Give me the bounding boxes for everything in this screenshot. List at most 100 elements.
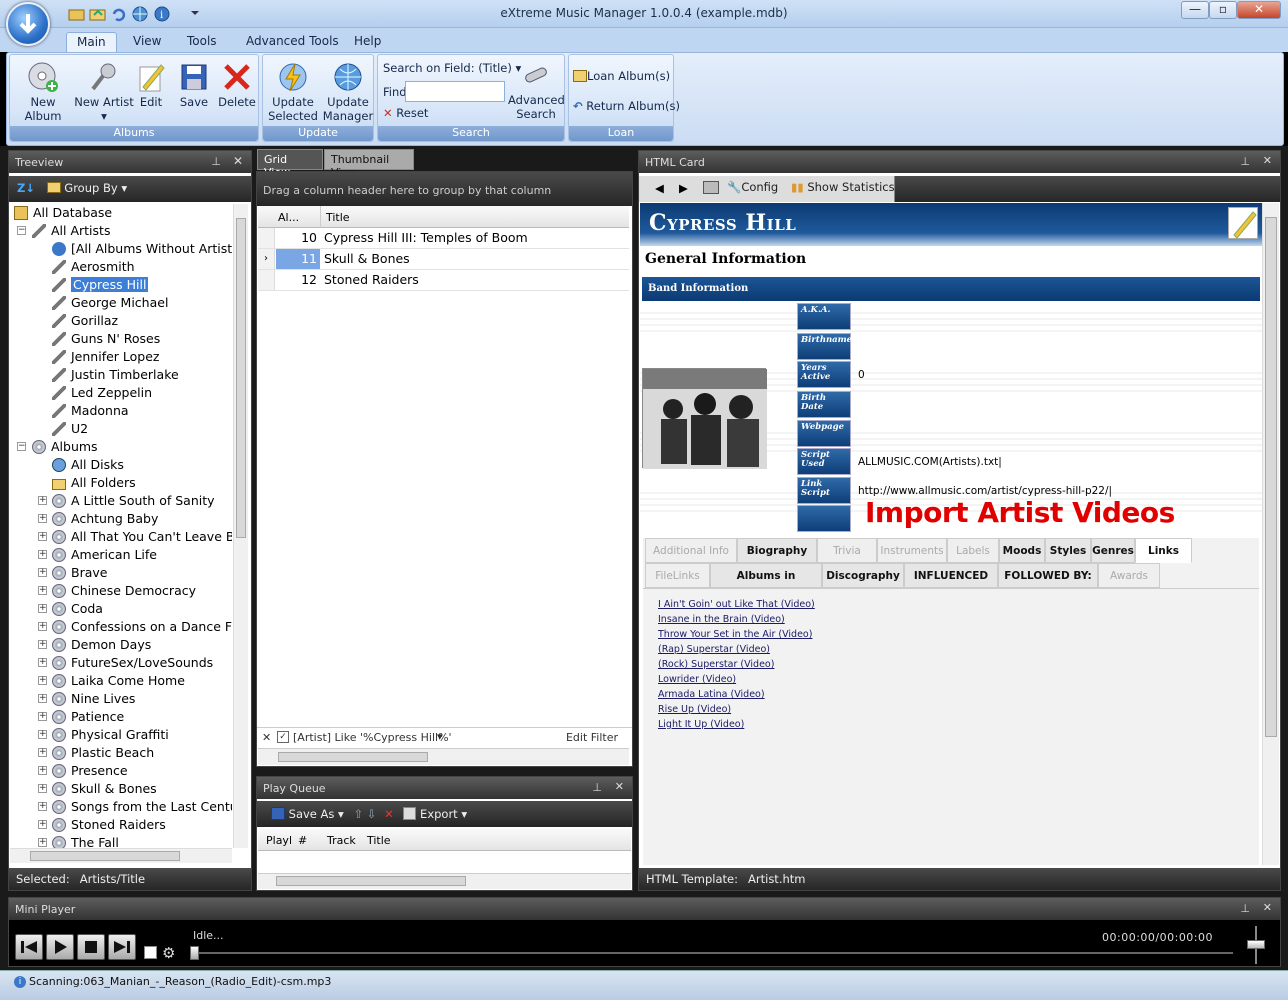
new-artist-button[interactable]: New Artist ▾ [73, 59, 135, 125]
video-link[interactable]: Rise Up (Video) [658, 704, 731, 715]
close-button[interactable]: ✕ [1237, 1, 1281, 19]
tree-root[interactable]: All Database [14, 204, 112, 222]
tree-item[interactable]: Confessions on a Dance Flo [52, 618, 232, 636]
tree-item[interactable]: Stoned Raiders [52, 816, 166, 834]
grid-row[interactable]: 12 Stoned Raiders [258, 270, 629, 291]
quick-access-open-icon[interactable] [89, 6, 106, 22]
seek-track[interactable] [193, 952, 1233, 954]
tree-expander[interactable]: + [38, 730, 47, 739]
card-tab[interactable]: Additional Info [645, 538, 737, 563]
tab-grid-view[interactable]: Grid View [257, 149, 323, 179]
previous-button[interactable] [15, 934, 43, 960]
play-queue-close-icon[interactable]: ✕ [615, 780, 624, 793]
search-field-selector[interactable]: Search on Field: (Title) ▾ [383, 61, 521, 75]
tree-expander[interactable]: − [17, 226, 26, 235]
show-statistics-button[interactable]: ▮▮ Show Statistics [791, 180, 895, 194]
back-arrow-icon[interactable]: ◀ [655, 181, 664, 195]
edit-filter-button[interactable]: Edit Filter [566, 731, 618, 744]
pin-icon[interactable]: ⊥ [211, 155, 221, 168]
grid-hscrollbar[interactable] [258, 748, 629, 765]
card-tab[interactable]: Discography [822, 563, 904, 588]
tree-item[interactable]: U2 [52, 420, 88, 438]
column-title[interactable]: Title [326, 211, 350, 224]
tree-expander[interactable]: + [38, 622, 47, 631]
save-button[interactable]: Save [177, 59, 211, 125]
tree-expander[interactable]: + [38, 802, 47, 811]
tree-item[interactable]: Achtung Baby [52, 510, 158, 528]
tree-expander[interactable]: + [38, 694, 47, 703]
tree-item[interactable]: Laika Come Home [52, 672, 185, 690]
tree-expander[interactable]: + [38, 748, 47, 757]
tree-vscrollbar[interactable] [233, 204, 248, 848]
reset-button[interactable]: ✕ Reset [383, 106, 428, 120]
tree-item[interactable]: The Fall [52, 834, 119, 848]
tree-item[interactable]: Songs from the Last Centur [52, 798, 232, 816]
tree-item[interactable]: Nine Lives [52, 690, 135, 708]
tab-view[interactable]: View [123, 32, 171, 52]
tree-item[interactable]: FutureSex/LoveSounds [52, 654, 213, 672]
column-number[interactable]: # [298, 834, 307, 847]
tree-item[interactable]: Plastic Beach [52, 744, 154, 762]
card-tab[interactable]: Awards [1098, 563, 1160, 588]
config-button[interactable]: 🔧Config [727, 180, 778, 194]
card-tab[interactable]: Styles [1045, 538, 1091, 563]
treeview-close-icon[interactable]: ✕ [233, 154, 243, 168]
video-link[interactable]: Throw Your Set in the Air (Video) [658, 629, 812, 640]
save-as-button[interactable]: Save As ▾ [289, 807, 344, 821]
filter-dropdown-icon[interactable]: ▾ [437, 730, 443, 743]
tree-item[interactable]: Presence [52, 762, 128, 780]
tree-item[interactable]: Cypress Hill [52, 276, 149, 294]
tree-expander[interactable]: + [38, 568, 47, 577]
tab-tools[interactable]: Tools [177, 32, 227, 52]
tree-expander[interactable]: + [38, 586, 47, 595]
quick-access-undo-icon[interactable] [110, 6, 127, 22]
play-button[interactable] [46, 934, 74, 960]
quick-access-folder-icon[interactable] [68, 6, 85, 22]
video-link[interactable]: (Rock) Superstar (Video) [658, 659, 774, 670]
video-link[interactable]: Lowrider (Video) [658, 674, 736, 685]
seek-thumb[interactable] [190, 946, 199, 960]
tree-expander[interactable]: − [17, 442, 26, 451]
app-menu-button[interactable] [6, 2, 50, 46]
tree-item[interactable]: Coda [52, 600, 103, 618]
sort-az-icon[interactable]: Z↓ [17, 181, 35, 195]
move-down-icon[interactable]: ⇩ [367, 807, 377, 821]
update-manager-button[interactable]: Update Manager [321, 59, 375, 125]
maximize-button[interactable]: ▫ [1209, 1, 1237, 19]
tree-item[interactable]: American Life [52, 546, 157, 564]
tree-group-node[interactable]: Albums [32, 438, 98, 456]
tree-item[interactable]: Skull & Bones [52, 780, 157, 798]
delete-button[interactable]: Delete [218, 59, 256, 125]
quick-access-info-icon[interactable]: i [154, 6, 171, 22]
tab-help[interactable]: Help [344, 32, 391, 52]
tab-thumbnail-view[interactable]: Thumbnail View [324, 149, 414, 179]
tree-item[interactable]: Guns N' Roses [52, 330, 160, 348]
tab-advanced-tools[interactable]: Advanced Tools [236, 32, 349, 52]
tree-item[interactable]: Patience [52, 708, 124, 726]
video-link[interactable]: Armada Latina (Video) [658, 689, 765, 700]
tree-item[interactable]: Physical Graffiti [52, 726, 169, 744]
tree-expander[interactable]: + [38, 820, 47, 829]
return-albums-button[interactable]: ↶ Return Album(s) [573, 99, 680, 113]
play-queue-pin-icon[interactable]: ⊥ [592, 781, 602, 794]
edit-artist-icon[interactable] [1228, 207, 1258, 239]
column-playlist[interactable]: Playl [266, 834, 292, 847]
print-icon[interactable] [703, 181, 719, 194]
video-link[interactable]: (Rap) Superstar (Video) [658, 644, 770, 655]
tree-item[interactable]: Aerosmith [52, 258, 135, 276]
volume-thumb[interactable] [1247, 940, 1265, 949]
update-selected-button[interactable]: UpdateSelected ▾ [265, 59, 321, 137]
tree-expander[interactable]: + [38, 640, 47, 649]
tree-expander[interactable]: + [38, 838, 47, 847]
advanced-search-button[interactable]: Advanced Search [508, 59, 565, 125]
column-album-number[interactable]: Al... [278, 211, 299, 224]
group-by-button[interactable]: Group By ▾ [64, 181, 127, 195]
tree-item[interactable]: Madonna [52, 402, 129, 420]
tree-expander[interactable]: + [38, 496, 47, 505]
tree-expander[interactable]: + [38, 712, 47, 721]
card-tab[interactable]: FileLinks [645, 563, 710, 588]
card-tab[interactable]: Instruments [877, 538, 947, 563]
tree-item[interactable]: Brave [52, 564, 107, 582]
video-link[interactable]: I Ain't Goin' out Like That (Video) [658, 599, 815, 610]
card-tab[interactable]: Albums in Database [710, 563, 822, 606]
